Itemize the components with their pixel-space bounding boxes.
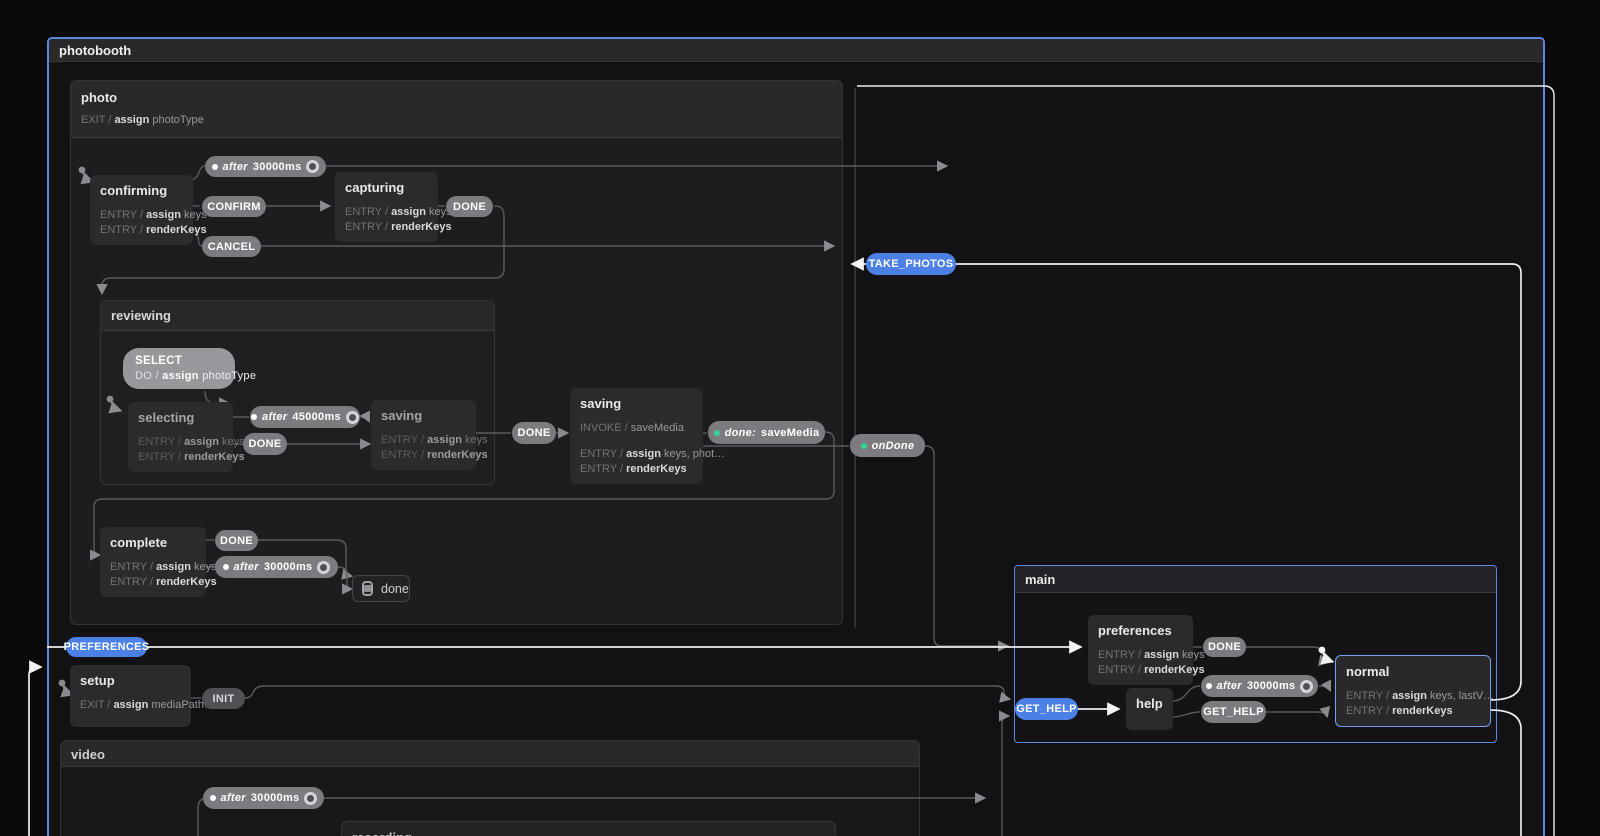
state-photo-header[interactable]: photo EXIT / assign photoType	[71, 81, 842, 138]
state-title: reviewing	[111, 308, 484, 323]
state-main-header[interactable]: main	[1015, 566, 1496, 593]
state-reviewing-header[interactable]: reviewing	[101, 301, 494, 331]
state-saving-outer[interactable]: saving INVOKE / saveMedia ENTRY / assign k…	[570, 388, 703, 484]
action-line: ENTRY / renderKeys	[100, 224, 183, 237]
state-title: recording	[352, 830, 825, 836]
action-line: ENTRY / renderKeys	[1098, 664, 1183, 677]
state-title: setup	[80, 673, 181, 688]
action-line: ENTRY / assign keys	[100, 209, 183, 222]
state-machine-canvas[interactable]: photobooth photo EXIT / assign photoType…	[0, 0, 1600, 836]
event-pill-done-preferences[interactable]: DONE	[1203, 637, 1246, 657]
action-line: ENTRY / assign keys, phot…	[580, 448, 693, 461]
action-line: ENTRY / renderKeys	[381, 449, 466, 462]
state-normal[interactable]: normal ENTRY / assign keys, lastV… ENTRY /…	[1335, 655, 1491, 727]
action-line: ENTRY / renderKeys	[1346, 705, 1480, 718]
event-pill-take-photos[interactable]: TAKE_PHOTOS	[866, 253, 956, 275]
state-title: selecting	[138, 410, 223, 425]
event-pill-select[interactable]: SELECTDO / assign photoType	[123, 348, 235, 389]
state-title: help	[1136, 696, 1163, 711]
timer-ring-icon	[317, 561, 330, 574]
state-title: complete	[110, 535, 196, 550]
timer-ring-icon	[304, 792, 317, 805]
state-title: saving	[381, 408, 466, 423]
state-title: confirming	[100, 183, 183, 198]
delay-dot-icon	[210, 795, 216, 801]
state-title: video	[71, 747, 909, 762]
delay-dot-icon	[1206, 683, 1212, 689]
state-selecting[interactable]: selecting ENTRY / assign keys ENTRY / rend…	[128, 402, 233, 472]
action-line: ENTRY / renderKeys	[345, 221, 428, 234]
state-title: normal	[1346, 664, 1480, 679]
state-title: main	[1025, 572, 1486, 587]
done-dot-icon	[714, 430, 720, 436]
action-line: ENTRY / renderKeys	[110, 576, 196, 589]
state-preferences[interactable]: preferences ENTRY / assign keys ENTRY / re…	[1088, 615, 1193, 685]
event-pill-done-reviewing[interactable]: DONE	[512, 422, 556, 444]
after-pill-after-video[interactable]: after30000ms	[203, 787, 324, 809]
event-pill-done-selecting[interactable]: DONE	[243, 433, 287, 455]
state-help[interactable]: help	[1126, 688, 1173, 730]
invoke-done-pill-done-savemedia[interactable]: done:saveMedia	[708, 421, 825, 444]
state-title: preferences	[1098, 623, 1183, 638]
after-pill-after-complete[interactable]: after30000ms	[215, 556, 338, 578]
event-pill-done-complete[interactable]: DONE	[215, 530, 258, 551]
machine-title: photobooth	[59, 43, 131, 58]
action-line: ENTRY / assign keys	[110, 561, 196, 574]
machine-header[interactable]: photobooth	[49, 39, 1543, 62]
final-state-icon	[362, 581, 373, 596]
state-title: photo	[81, 90, 832, 105]
action-line: ENTRY / assign keys	[138, 436, 223, 449]
action-line: INVOKE / saveMedia	[580, 422, 693, 435]
state-video-header[interactable]: video	[61, 741, 919, 767]
event-label: SELECT	[135, 355, 182, 367]
delay-dot-icon	[223, 564, 229, 570]
state-complete[interactable]: complete ENTRY / assign keys ENTRY / rende…	[100, 527, 206, 597]
state-title: capturing	[345, 180, 428, 195]
delay-dot-icon	[251, 414, 257, 420]
state-saving-inner[interactable]: saving ENTRY / assign keys ENTRY / renderK…	[371, 400, 476, 470]
state-title: saving	[580, 396, 693, 411]
event-pill-preferences-ev[interactable]: PREFERENCES	[66, 637, 147, 657]
event-pill-done-capturing[interactable]: DONE	[446, 196, 493, 217]
event-pill-confirm[interactable]: CONFIRM	[202, 196, 266, 217]
state-done-final[interactable]: done	[352, 575, 410, 602]
after-pill-after-confirming[interactable]: after30000ms	[205, 156, 326, 177]
state-confirming[interactable]: confirming ENTRY / assign keys ENTRY / ren…	[90, 175, 193, 245]
after-pill-after-help[interactable]: after30000ms	[1201, 675, 1318, 697]
event-pill-init[interactable]: INIT	[202, 688, 245, 709]
action-line: EXIT / assign mediaPath…	[80, 699, 181, 712]
state-recording-header[interactable]: recording	[342, 822, 835, 836]
do-action-line: DO / assign photoType	[135, 370, 256, 382]
state-title: done	[381, 582, 409, 596]
after-pill-after-selecting[interactable]: after45000ms	[250, 406, 360, 428]
done-dot-icon	[861, 443, 867, 449]
event-pill-get-help-blue[interactable]: GET_HELP	[1015, 698, 1078, 720]
action-line: ENTRY / assign keys, lastV…	[1346, 690, 1480, 703]
timer-ring-icon	[306, 160, 319, 173]
exit-action: EXIT / assign photoType	[81, 114, 832, 127]
action-line: ENTRY / renderKeys	[138, 451, 223, 464]
event-pill-get-help-gray[interactable]: GET_HELP	[1201, 701, 1266, 723]
state-recording[interactable]: recording	[341, 821, 836, 836]
action-line: ENTRY / assign keys	[381, 434, 466, 447]
invoke-done-pill-ondone[interactable]: onDone	[850, 434, 925, 457]
delay-dot-icon	[212, 164, 218, 170]
action-line: ENTRY / assign keys	[1098, 649, 1183, 662]
event-pill-cancel[interactable]: CANCEL	[202, 236, 261, 257]
action-line: ENTRY / renderKeys	[580, 463, 693, 476]
state-capturing[interactable]: capturing ENTRY / assign keys ENTRY / rend…	[335, 172, 438, 242]
timer-ring-icon	[1300, 680, 1313, 693]
action-line: ENTRY / assign keys	[345, 206, 428, 219]
state-setup[interactable]: setup EXIT / assign mediaPath…	[70, 665, 191, 727]
timer-ring-icon	[346, 411, 359, 424]
